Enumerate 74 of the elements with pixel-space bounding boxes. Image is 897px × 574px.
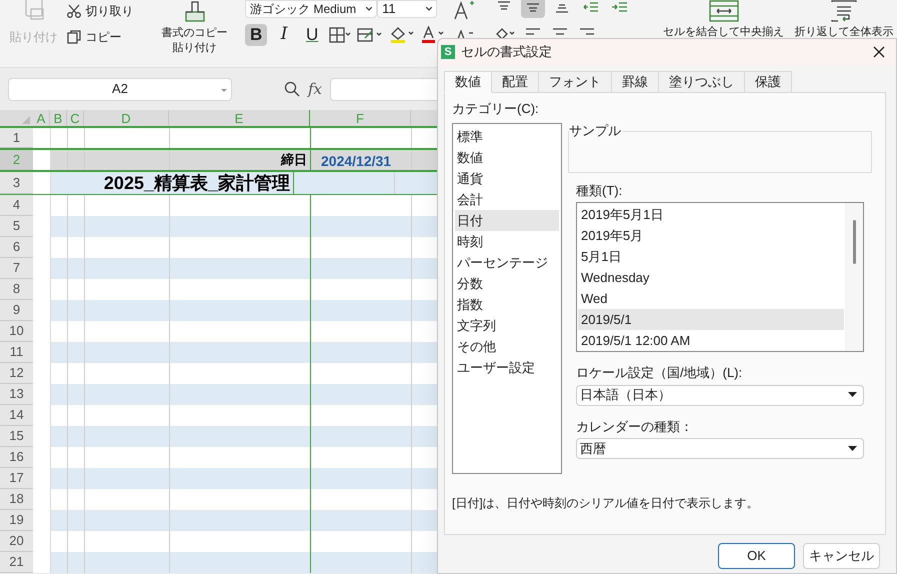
row-header[interactable]: 15 [0,426,33,447]
dialog-title: セルの書式設定 [461,43,553,62]
list-item[interactable]: Wednesday [578,267,844,288]
cancel-button[interactable]: キャンセル [803,543,880,569]
row-header[interactable]: 8 [0,279,33,300]
tab[interactable]: 塗りつぶし [658,71,745,93]
merge-center-button[interactable]: セルを結合して中央揃え [656,0,792,40]
tab[interactable]: フォント [538,71,612,93]
sheet-title: 2025_精算表_家計管理 [51,172,294,194]
function-label[interactable]: fx [308,78,322,100]
list-item[interactable]: 数値 [455,146,559,168]
row-header[interactable]: 3 [0,172,33,194]
field-label: カレンダーの種類： [576,418,694,436]
font-size-field[interactable]: 11 [377,0,438,18]
category-list[interactable]: 標準 数値 通貨 会計 日付 時刻 パーセンテージ 分数 指数 文字列 その他 ユーザー設定 [452,122,562,474]
row-header[interactable]: 20 [0,531,33,552]
type-list[interactable]: 2019年5月1日 2019年5月 5月1日 Wednesday Wed 2019/5/1 2019/5/1 12:00 AM [576,202,864,352]
wrap-text-button[interactable]: 折り返して全体表示 [791,0,897,40]
list-item[interactable]: 2019/5/1 [578,309,844,330]
row-header[interactable]: 11 [0,342,33,363]
row-header[interactable]: 16 [0,447,33,468]
tab[interactable]: 数値 [444,71,492,93]
name-box[interactable]: A2 [8,78,232,100]
row-header[interactable]: 4 [0,195,33,216]
field-label: ロケール設定（国/地域）(L): [576,364,744,382]
list-item[interactable]: 5月1日 [578,246,844,267]
ok-button[interactable]: OK [718,543,795,569]
table-cell-text: 締日 [281,151,308,169]
row-header[interactable]: 19 [0,510,33,531]
dropdown[interactable]: 西暦 [576,438,864,459]
list-item[interactable]: その他 [455,336,559,356]
app-logo: S [441,45,455,59]
list-item[interactable]: Wed [578,288,844,309]
row-header[interactable]: 21 [0,552,33,573]
list-item[interactable]: 分数 [455,272,559,294]
copy-button[interactable]: コピー [67,28,156,46]
list-item[interactable]: 文字列 [455,314,559,336]
row-header[interactable]: 12 [0,363,33,384]
row-header[interactable]: 13 [0,384,33,405]
list-item[interactable]: 2019年5月1日 [578,204,844,225]
list-item[interactable]: ユーザー設定 [455,356,559,378]
table-cell-text: 2024/12/31 [320,153,392,169]
list-item[interactable]: 指数 [455,294,559,314]
bold-button[interactable]: B [245,24,268,46]
description-text: [日付]は、日付や時刻のシリアル値を日付で表示します。 [452,494,760,512]
row-header[interactable]: 1 [0,128,33,148]
format-painter-button[interactable]: 書式のコピー 貼り付け [156,0,234,56]
row-header[interactable]: 9 [0,300,33,321]
tab[interactable]: 配置 [491,71,539,93]
row-header[interactable]: 6 [0,237,33,258]
row-header[interactable]: 17 [0,468,33,489]
list-item[interactable]: 日付 [455,210,559,230]
tab[interactable]: 保護 [744,71,792,93]
sample-label: サンプル [569,122,623,138]
tab[interactable]: 罫線 [611,71,659,93]
list-item[interactable]: 通貨 [455,168,559,188]
list-item[interactable]: 2019/5/1 12:00 AM [578,330,844,351]
list-item[interactable]: パーセンテージ [455,252,559,272]
cut-button[interactable]: 切り取り [67,2,156,20]
category-label: カテゴリー(C): [452,100,540,118]
row-header[interactable]: 14 [0,405,33,426]
list-item[interactable]: 時刻 [455,230,559,252]
row-header[interactable]: 7 [0,258,33,279]
row-header[interactable]: 10 [0,321,33,342]
list-item[interactable]: 2019年5月 [578,225,844,246]
underline-button[interactable]: U [301,24,324,46]
italic-button[interactable]: I [273,24,296,46]
row-header[interactable]: 18 [0,489,33,510]
list-item[interactable]: 会計 [455,188,559,210]
dropdown[interactable]: 日本語（日本） [576,384,864,406]
row-header[interactable]: 5 [0,216,33,237]
font-name-field[interactable]: 游ゴシック Medium [245,0,378,18]
type-label: 種類(T): [576,182,624,200]
list-item[interactable]: 標準 [455,126,559,146]
